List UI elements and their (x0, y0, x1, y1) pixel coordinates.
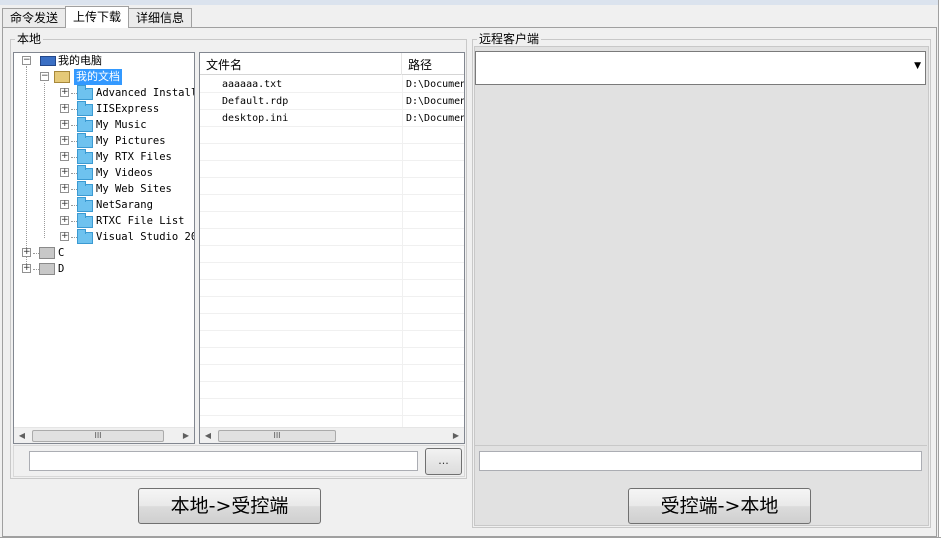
file-list-header: 文件名 路径 (200, 53, 464, 75)
collapse-icon[interactable]: − (40, 72, 49, 81)
scroll-left-icon[interactable]: ◀ (200, 428, 216, 443)
remote-group-title: 远程客户端 (477, 32, 542, 46)
path-cell: D:\Documen (406, 96, 464, 107)
tree-label: NetSarang (96, 199, 153, 211)
expand-icon[interactable]: + (60, 120, 69, 129)
browse-button[interactable]: ... (425, 448, 462, 475)
drive-icon (39, 263, 55, 275)
folder-icon (77, 197, 93, 212)
tree-label: 我的电脑 (58, 54, 102, 67)
collapse-icon[interactable]: − (22, 56, 31, 65)
expand-icon[interactable]: + (22, 264, 31, 273)
folder-icon (77, 165, 93, 180)
table-row[interactable] (200, 314, 464, 331)
table-row[interactable] (200, 348, 464, 365)
documents-folder-icon (54, 71, 70, 83)
folder-icon (77, 117, 93, 132)
tree-label: D (58, 263, 65, 275)
table-row[interactable] (200, 263, 464, 280)
table-row[interactable] (200, 178, 464, 195)
remote-path-input[interactable] (479, 451, 922, 471)
table-row[interactable] (200, 382, 464, 399)
scroll-left-icon[interactable]: ◀ (14, 428, 30, 443)
tree-label: My Web Sites (96, 183, 172, 195)
expand-icon[interactable]: + (60, 200, 69, 209)
path-cell: D:\Documen (406, 79, 464, 90)
list-horizontal-scrollbar[interactable]: ◀ III ▶ (200, 427, 464, 443)
computer-icon (40, 56, 56, 66)
tree-label: My Videos (96, 167, 153, 179)
table-row[interactable] (200, 365, 464, 382)
filename-cell: aaaaaa.txt (222, 79, 283, 90)
tree-connector (44, 83, 45, 238)
tree-label-selected: 我的文档 (74, 69, 122, 85)
scroll-thumb[interactable]: III (32, 430, 164, 442)
tree-label: Visual Studio 20 (96, 231, 195, 243)
table-row[interactable] (200, 331, 464, 348)
scroll-right-icon[interactable]: ▶ (448, 428, 464, 443)
tab-bar: 命令发送 上传下载 详细信息 (2, 6, 193, 28)
expand-icon[interactable]: + (60, 232, 69, 241)
tree-label: My Pictures (96, 135, 166, 147)
remote-client-select[interactable]: ▼ (475, 51, 926, 85)
expand-icon[interactable]: + (60, 184, 69, 193)
tree-horizontal-scrollbar[interactable]: ◀ III ▶ (14, 427, 194, 443)
remote-divider (475, 445, 927, 446)
column-header-path[interactable]: 路径 (402, 53, 464, 75)
expand-icon[interactable]: + (60, 136, 69, 145)
table-row[interactable] (200, 229, 464, 246)
table-row[interactable]: Default.rdp D:\Documen (200, 93, 464, 110)
drive-icon (39, 247, 55, 259)
dropdown-arrow-icon[interactable]: ▼ (914, 61, 921, 71)
tree-label: IISExpress (96, 103, 160, 115)
app-window: 命令发送 上传下载 详细信息 本地 − 我的电脑 − 我的文档 + Advance… (0, 0, 941, 540)
folder-icon (77, 213, 93, 228)
scroll-right-icon[interactable]: ▶ (178, 428, 194, 443)
local-path-input[interactable] (29, 451, 418, 471)
folder-icon (77, 149, 93, 164)
local-group-title: 本地 (15, 32, 44, 46)
column-header-filename[interactable]: 文件名 (200, 53, 402, 75)
tree-label: RTXC File List (96, 215, 185, 227)
expand-icon[interactable]: + (22, 248, 31, 257)
expand-icon[interactable]: + (60, 88, 69, 97)
table-row[interactable]: desktop.ini D:\Documen (200, 110, 464, 127)
tab-command-send[interactable]: 命令发送 (2, 8, 67, 28)
folder-icon (77, 133, 93, 148)
tab-upload-download[interactable]: 上传下载 (65, 6, 130, 28)
folder-icon (77, 181, 93, 196)
tree-label: Advanced Install (96, 87, 195, 99)
table-row[interactable] (200, 195, 464, 212)
folder-icon (77, 85, 93, 100)
table-row[interactable] (200, 297, 464, 314)
path-cell: D:\Documen (406, 113, 464, 124)
tab-details[interactable]: 详细信息 (128, 8, 193, 28)
tree-connector (26, 66, 27, 270)
expand-icon[interactable]: + (60, 216, 69, 225)
folder-icon (77, 101, 93, 116)
file-list[interactable]: 文件名 路径 aaaaaa.txt D:\Documen Default.rdp D:… (199, 52, 465, 444)
scroll-thumb[interactable]: III (218, 430, 336, 442)
tree-label: My RTX Files (96, 151, 172, 163)
table-row[interactable] (200, 280, 464, 297)
upload-button[interactable]: 本地->受控端 (138, 488, 321, 524)
table-row[interactable] (200, 127, 464, 144)
download-button[interactable]: 受控端->本地 (628, 488, 811, 524)
expand-icon[interactable]: + (60, 152, 69, 161)
title-strip (0, 0, 941, 5)
filename-cell: desktop.ini (222, 113, 289, 124)
tree-label: My Music (96, 119, 147, 131)
folder-icon (77, 229, 93, 244)
table-row[interactable] (200, 161, 464, 178)
table-row[interactable] (200, 399, 464, 416)
table-row[interactable] (200, 144, 464, 161)
expand-icon[interactable]: + (60, 168, 69, 177)
expand-icon[interactable]: + (60, 104, 69, 113)
table-row[interactable]: aaaaaa.txt D:\Documen (200, 76, 464, 93)
table-row[interactable] (200, 246, 464, 263)
table-row[interactable] (200, 212, 464, 229)
tree-label: C (58, 247, 65, 259)
folder-tree[interactable]: − 我的电脑 − 我的文档 + Advanced Install + IISExpre… (13, 52, 195, 444)
filename-cell: Default.rdp (222, 96, 289, 107)
